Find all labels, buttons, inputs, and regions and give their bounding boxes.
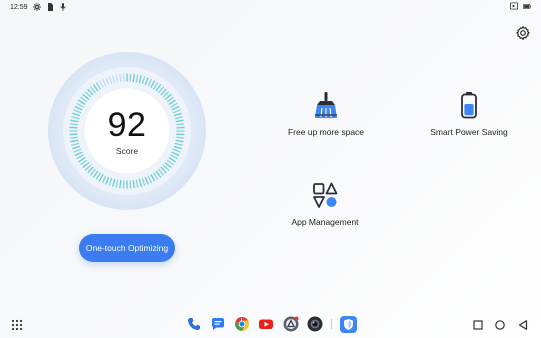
gauge-tick xyxy=(119,73,122,83)
battery-icon xyxy=(523,2,531,10)
score-gauge: 92 Score xyxy=(48,52,206,210)
settings-status-icon xyxy=(32,3,41,11)
dock-divider xyxy=(331,319,332,329)
phone-icon[interactable] xyxy=(186,316,202,332)
chrome-icon[interactable] xyxy=(234,316,250,332)
broom-icon xyxy=(315,92,337,118)
home-icon[interactable] xyxy=(494,318,506,330)
youtube-icon[interactable] xyxy=(258,316,274,332)
app-management-label: App Management xyxy=(291,217,359,227)
free-up-space-item[interactable]: Free up more space xyxy=(266,91,386,137)
assistant-icon[interactable] xyxy=(283,316,299,332)
smart-power-saving-label: Smart Power Saving xyxy=(430,127,508,137)
gauge-tick xyxy=(132,179,135,189)
apps-grid-icon xyxy=(313,182,338,208)
back-icon[interactable] xyxy=(517,318,529,330)
phone-manager-icon[interactable] xyxy=(340,316,357,333)
app-management-item[interactable]: App Management xyxy=(265,181,385,227)
status-time: 12:59 xyxy=(10,3,28,11)
recents-icon[interactable] xyxy=(472,318,484,330)
smart-power-saving-item[interactable]: Smart Power Saving xyxy=(409,91,529,137)
score-label: Score xyxy=(115,146,139,156)
messages-icon[interactable] xyxy=(210,316,226,332)
score-value: 92 xyxy=(107,106,147,144)
status-bar: 12:59 xyxy=(0,0,541,14)
mic-icon xyxy=(59,3,67,11)
gear-icon[interactable] xyxy=(515,25,531,41)
gauge-tick xyxy=(119,179,122,189)
camera-icon[interactable] xyxy=(307,316,323,332)
one-touch-optimize-button[interactable]: One-touch Optimizing xyxy=(79,234,175,262)
taskbar xyxy=(0,314,541,336)
battery-saver-icon xyxy=(461,92,477,119)
cast-icon xyxy=(510,2,518,10)
gauge-tick xyxy=(132,73,135,83)
sim-icon xyxy=(46,3,54,11)
app-drawer-icon[interactable] xyxy=(10,318,24,332)
free-up-space-label: Free up more space xyxy=(287,127,365,137)
